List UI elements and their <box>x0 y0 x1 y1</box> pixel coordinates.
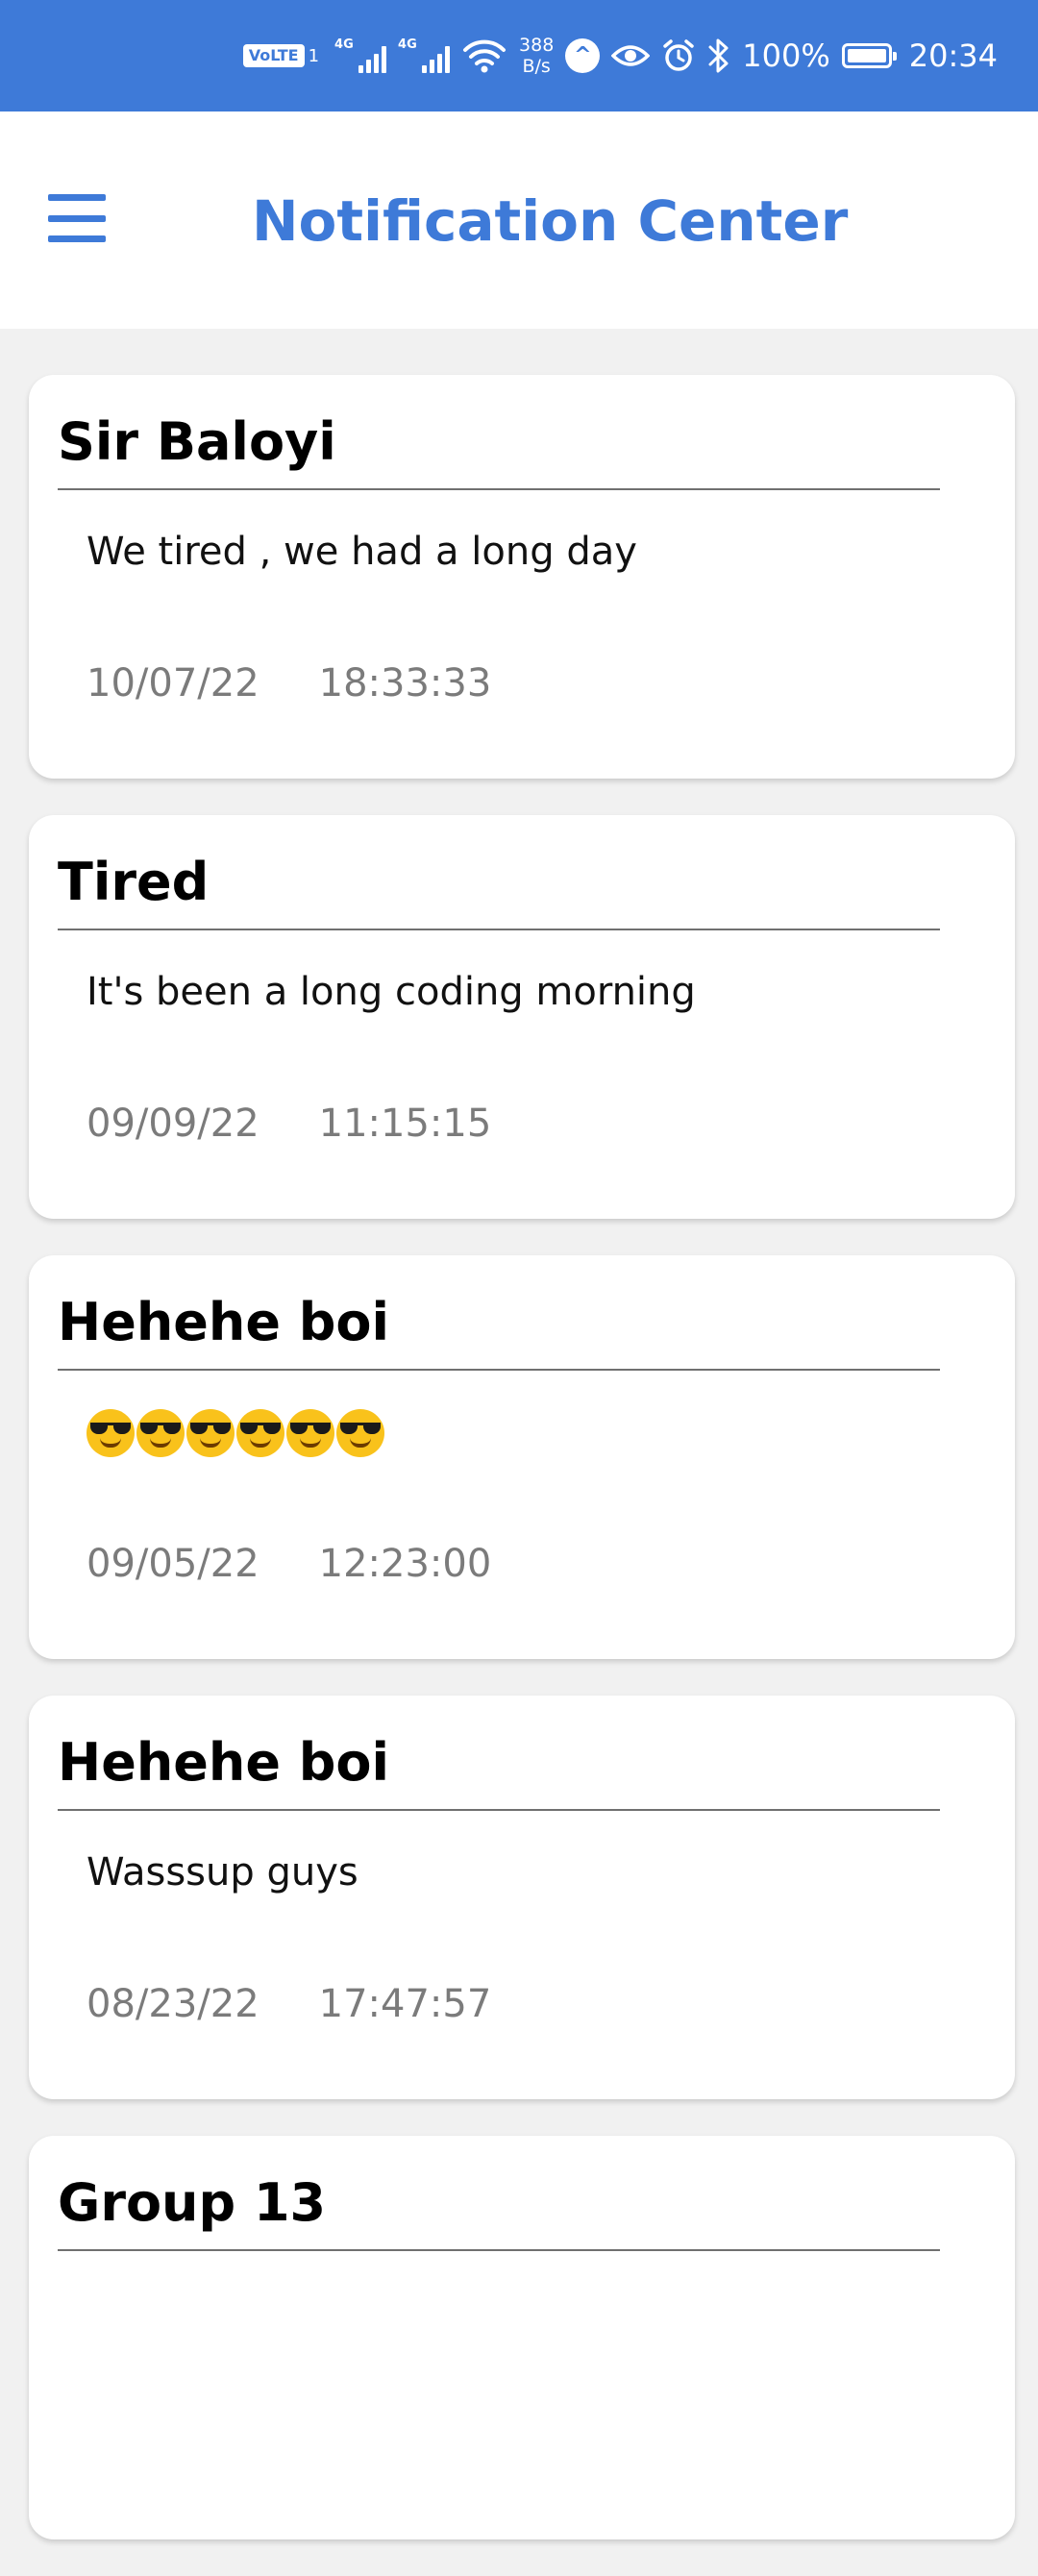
notification-title: Group 13 <box>58 2172 327 2233</box>
notification-time: 11:15:15 <box>318 1102 492 1146</box>
sunglasses-emoji-icon <box>186 1409 235 1457</box>
sunglasses-emoji-icon <box>286 1409 334 1457</box>
sunglasses-emoji-icon <box>86 1409 135 1457</box>
divider <box>58 929 940 930</box>
volte-icon: VoLTE <box>242 44 305 67</box>
sunglasses-emoji-icon <box>236 1409 284 1457</box>
notification-date: 08/23/22 <box>86 1982 260 2026</box>
wifi-icon <box>461 38 507 73</box>
notification-message <box>86 1407 384 1457</box>
divider <box>58 2249 940 2251</box>
eye-icon <box>611 42 651 69</box>
notification-message: It's been a long coding morning <box>86 970 696 1014</box>
notification-meta: 09/05/22 12:23:00 <box>86 1539 491 1589</box>
alarm-icon <box>661 38 696 73</box>
network-type-label: 4G <box>334 37 354 52</box>
divider <box>58 1369 940 1371</box>
network-type-label: 4G <box>398 37 417 52</box>
battery-percent: 100% <box>742 37 830 74</box>
notification-card[interactable]: Tired It's been a long coding morning 09… <box>29 815 1015 1219</box>
notification-meta: 09/09/22 11:15:15 <box>86 1099 491 1149</box>
status-bar: VoLTE 1 4G 4G 388 B/s ^ 100% 20:34 <box>0 0 1038 111</box>
signal-icon: 4G <box>334 37 387 73</box>
notification-date: 09/09/22 <box>86 1102 260 1146</box>
notification-time: 18:33:33 <box>318 661 492 706</box>
notification-title: Hehehe boi <box>58 1732 390 1793</box>
notification-meta: 08/23/22 17:47:57 <box>86 1979 491 2029</box>
notification-card[interactable]: Sir Baloyi We tired , we had a long day … <box>29 375 1015 779</box>
status-time: 20:34 <box>908 37 998 74</box>
notification-card[interactable]: Hehehe boi 09/05/22 12:23:00 <box>29 1255 1015 1659</box>
notification-date: 10/07/22 <box>86 661 260 706</box>
status-icons: VoLTE 1 4G 4G 388 B/s ^ 100% 20:34 <box>242 0 998 111</box>
battery-icon <box>841 43 897 68</box>
notification-time: 17:47:57 <box>318 1982 492 2026</box>
notification-card[interactable]: Group 13 <box>29 2136 1015 2539</box>
sim-number: 1 <box>308 45 320 66</box>
notification-message: We tired , we had a long day <box>86 530 637 574</box>
sunglasses-emoji-icon <box>336 1409 384 1457</box>
network-speed: 388 B/s <box>519 35 554 77</box>
navigation-icon: ^ <box>565 38 601 73</box>
notification-time: 12:23:00 <box>318 1542 492 1586</box>
app-bar: Notification Center <box>0 111 1038 329</box>
divider <box>58 1809 940 1811</box>
notification-title: Hehehe boi <box>58 1292 390 1352</box>
network-speed-value: 388 <box>519 35 555 56</box>
notification-meta: 10/07/22 18:33:33 <box>86 658 491 708</box>
bluetooth-icon <box>707 37 730 74</box>
notification-list[interactable]: Sir Baloyi We tired , we had a long day … <box>0 375 1038 2576</box>
sunglasses-emoji-icon <box>136 1409 185 1457</box>
signal-icon: 4G <box>398 37 451 73</box>
divider <box>58 488 940 490</box>
hamburger-menu-icon[interactable] <box>48 194 106 242</box>
notification-date: 09/05/22 <box>86 1542 260 1586</box>
battery-level <box>847 49 886 62</box>
page-title: Notification Center <box>252 188 849 254</box>
network-speed-unit: B/s <box>522 56 551 77</box>
notification-card[interactable]: Hehehe boi Wasssup guys 08/23/22 17:47:5… <box>29 1696 1015 2099</box>
notification-title: Sir Baloyi <box>58 411 336 472</box>
notification-title: Tired <box>58 852 210 912</box>
emoji-row <box>86 1407 384 1457</box>
notification-message: Wasssup guys <box>86 1850 358 1895</box>
